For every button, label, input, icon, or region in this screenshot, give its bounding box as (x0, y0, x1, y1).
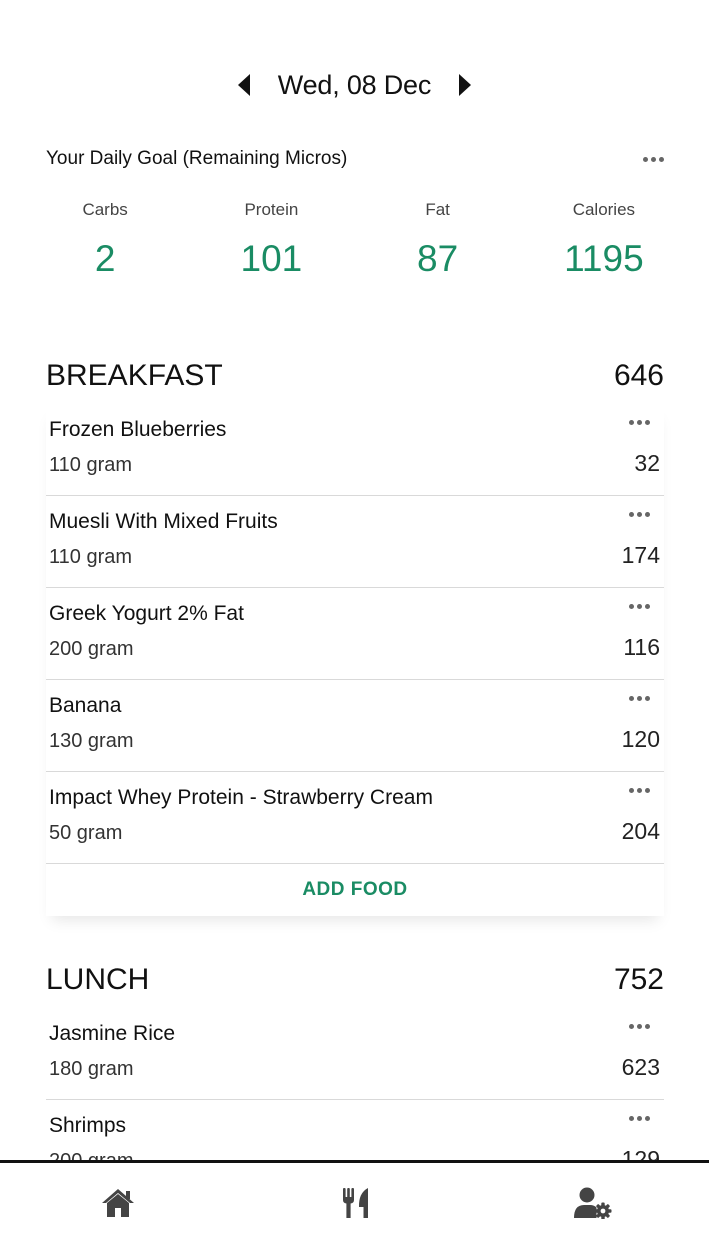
food-calories: 32 (634, 450, 660, 476)
food-calories: 623 (621, 1054, 660, 1080)
macro-label: Calories (572, 200, 636, 219)
food-name: Jasmine Rice (49, 1022, 176, 1045)
food-more-options-icon[interactable] (627, 784, 652, 797)
macro-value: 1195 (564, 238, 644, 279)
macro-calories: Calories 1195 (521, 200, 687, 280)
food-item[interactable]: Banana 130 gram 120 (46, 680, 664, 772)
food-more-options-icon[interactable] (627, 1020, 652, 1033)
food-quantity: 130 gram (49, 730, 134, 752)
date-navigator: Wed, 08 Dec (0, 62, 709, 108)
macro-value: 101 (240, 238, 303, 279)
macro-label: Fat (425, 200, 450, 219)
meal-card: Frozen Blueberries 110 gram 32 Muesli Wi… (46, 404, 664, 916)
daily-goal-header: Your Daily Goal (Remaining Micros) (46, 144, 666, 174)
food-calories: 120 (621, 726, 660, 752)
meal-header: LUNCH 752 (46, 958, 664, 1002)
food-quantity: 50 gram (49, 822, 123, 844)
user-settings-icon (574, 1187, 612, 1219)
macro-value: 87 (417, 238, 459, 279)
macro-label: Protein (244, 200, 299, 219)
food-calories: 174 (621, 542, 660, 568)
meal-title: LUNCH (46, 963, 150, 996)
food-item[interactable]: Muesli With Mixed Fruits 110 gram 174 (46, 496, 664, 588)
food-item[interactable]: Greek Yogurt 2% Fat 200 gram 116 (46, 588, 664, 680)
food-quantity: 110 gram (49, 546, 133, 568)
food-more-options-icon[interactable] (627, 508, 652, 521)
goal-more-options-icon[interactable] (641, 153, 666, 166)
current-date[interactable]: Wed, 08 Dec (278, 70, 432, 101)
nav-profile-settings[interactable] (573, 1183, 613, 1223)
bottom-navigation (0, 1160, 709, 1243)
utensils-icon (342, 1188, 368, 1218)
food-calories: 116 (623, 634, 660, 660)
caret-left-icon (237, 74, 250, 96)
macro-protein: Protein 101 (188, 200, 354, 280)
meal-lunch: LUNCH 752 Jasmine Rice 180 gram 623 Shri… (46, 958, 664, 1192)
home-icon (102, 1189, 134, 1217)
food-item[interactable]: Jasmine Rice 180 gram 623 (46, 1008, 664, 1100)
macro-label: Carbs (82, 200, 128, 219)
meal-header: BREAKFAST 646 (46, 354, 664, 398)
add-food-button[interactable]: ADD FOOD (46, 864, 664, 916)
prev-day-button[interactable] (230, 65, 258, 105)
macro-value: 2 (94, 238, 116, 279)
food-name: Impact Whey Protein - Strawberry Cream (49, 786, 433, 809)
food-name: Shrimps (49, 1114, 127, 1137)
food-quantity: 110 gram (49, 454, 133, 476)
diary-screen: Wed, 08 Dec Your Daily Goal (Remaining M… (0, 0, 709, 1243)
daily-goal-title: Your Daily Goal (Remaining Micros) (46, 148, 348, 169)
food-more-options-icon[interactable] (627, 416, 652, 429)
food-item[interactable]: Impact Whey Protein - Strawberry Cream 5… (46, 772, 664, 864)
macro-summary: Carbs 2 Protein 101 Fat 87 Calories 1195 (22, 200, 687, 280)
food-name: Greek Yogurt 2% Fat (49, 602, 244, 625)
macro-fat: Fat 87 (355, 200, 521, 280)
food-more-options-icon[interactable] (627, 600, 652, 613)
macro-carbs: Carbs 2 (22, 200, 188, 280)
food-item[interactable]: Frozen Blueberries 110 gram 32 (46, 404, 664, 496)
meal-total-calories: 646 (613, 359, 664, 392)
nav-home[interactable] (98, 1183, 138, 1223)
food-more-options-icon[interactable] (627, 1112, 652, 1125)
caret-right-icon (459, 74, 472, 96)
food-quantity: 180 gram (49, 1058, 134, 1080)
food-name: Muesli With Mixed Fruits (49, 510, 278, 533)
nav-meals[interactable] (336, 1183, 376, 1223)
food-name: Banana (49, 694, 122, 717)
meal-total-calories: 752 (613, 963, 664, 996)
food-more-options-icon[interactable] (627, 692, 652, 705)
meal-title: BREAKFAST (46, 359, 223, 392)
meal-breakfast: BREAKFAST 646 Frozen Blueberries 110 gra… (46, 354, 664, 916)
next-day-button[interactable] (451, 65, 479, 105)
food-name: Frozen Blueberries (49, 418, 227, 441)
food-calories: 204 (621, 818, 660, 844)
food-quantity: 200 gram (49, 638, 134, 660)
